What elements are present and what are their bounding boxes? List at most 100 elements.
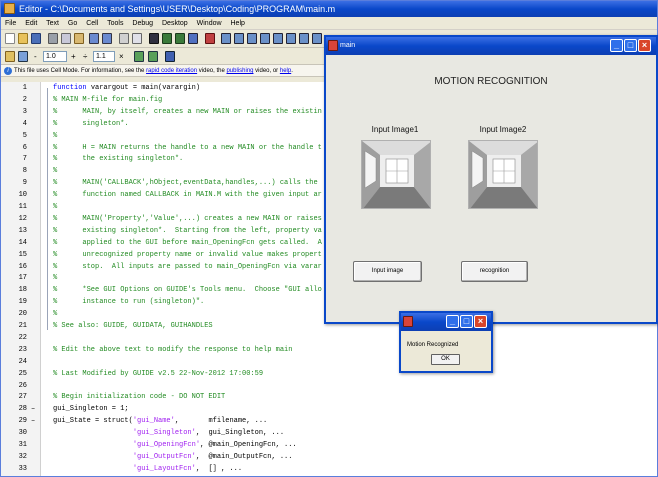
help-link[interactable]: help xyxy=(280,68,291,74)
set-breakpoint-icon[interactable] xyxy=(205,33,215,44)
step-icon[interactable] xyxy=(234,33,244,44)
save-icon[interactable] xyxy=(31,33,41,44)
message-box-window: _ □ × Motion Recognized OK xyxy=(399,311,493,373)
line-number: 29 xyxy=(18,417,27,426)
step-out-icon[interactable] xyxy=(260,33,270,44)
code-token: % Last Modified by GUIDE v2.5 22-Nov-201… xyxy=(53,369,264,378)
function-icon[interactable] xyxy=(188,33,198,44)
step-in-icon[interactable] xyxy=(247,33,257,44)
publishing-link[interactable]: publishing xyxy=(226,68,253,74)
input-image-button[interactable]: Input image xyxy=(353,261,422,282)
msgbox-titlebar[interactable]: _ □ × xyxy=(401,313,491,331)
code-token: % xyxy=(53,310,58,319)
open-folder-icon[interactable] xyxy=(18,33,28,44)
code-token: 'gui_OpeningFcn' xyxy=(132,441,201,449)
code-token: % MAIN('CALLBACK',hObject,eventData,hand… xyxy=(53,179,318,188)
ok-button[interactable]: OK xyxy=(431,354,460,365)
line-number: 7 xyxy=(22,155,27,164)
copy-icon[interactable] xyxy=(61,33,71,44)
undo-icon[interactable] xyxy=(89,33,99,44)
line-number: 31 xyxy=(18,441,27,449)
cell-minus[interactable]: - xyxy=(34,51,37,62)
gui-titlebar[interactable]: main _ □ × xyxy=(326,37,656,55)
cell-value2-field[interactable]: 1.1 xyxy=(93,51,115,62)
new-file-icon[interactable] xyxy=(5,33,15,44)
menu-help[interactable]: Help xyxy=(231,20,245,27)
stack-icon[interactable] xyxy=(299,33,309,44)
close-icon[interactable]: × xyxy=(638,39,651,52)
line-number: 12 xyxy=(18,214,27,223)
cell-value1-field[interactable]: 1.0 xyxy=(43,51,67,62)
maximize-icon[interactable]: □ xyxy=(624,39,637,52)
menu-tools[interactable]: Tools xyxy=(107,20,123,27)
dropdown-icon[interactable] xyxy=(132,33,142,44)
menu-cell[interactable]: Cell xyxy=(86,20,98,27)
fold-line-comment xyxy=(47,100,48,330)
code-token: , mfilename, ... xyxy=(174,417,268,426)
code-line: % the existing singleton*. xyxy=(53,154,183,166)
cell-percent2-icon[interactable] xyxy=(148,51,158,62)
code-line: % xyxy=(53,273,57,285)
code-line: gui_Singleton = 1; xyxy=(53,404,129,416)
code-token: % existing singleton*. Starting from the… xyxy=(53,226,322,235)
cell-divide[interactable]: ÷ xyxy=(83,51,87,62)
recognition-button[interactable]: recognition xyxy=(461,261,528,282)
forward-arrow-icon[interactable] xyxy=(175,33,185,44)
clear-breakpoints-icon[interactable] xyxy=(221,33,231,44)
cell-plus[interactable]: + xyxy=(71,51,76,62)
eval-cell-icon[interactable] xyxy=(18,51,28,62)
msgbox-maximize-icon[interactable]: □ xyxy=(460,315,473,328)
code-line: % MAIN('Property','Value',...) creates a… xyxy=(53,214,322,226)
exit-debug-icon[interactable] xyxy=(286,33,296,44)
back-arrow-icon[interactable] xyxy=(162,33,172,44)
code-token: % Begin initialization code - DO NOT EDI… xyxy=(53,393,226,402)
cell-mode-icon[interactable] xyxy=(5,51,15,62)
gui-heading: MOTION RECOGNITION xyxy=(434,76,548,87)
breakpoint-marker[interactable]: – xyxy=(31,416,35,428)
line-number: 4 xyxy=(22,119,27,128)
cell-times[interactable]: × xyxy=(119,51,124,62)
msgbox-minimize-icon[interactable]: _ xyxy=(446,315,459,328)
line-number: 22 xyxy=(18,333,27,342)
code-line: function varargout = main(varargin) xyxy=(53,83,200,95)
breakpoint-marker[interactable]: – xyxy=(31,404,35,416)
continue-icon[interactable] xyxy=(273,33,283,44)
menu-debug[interactable]: Debug xyxy=(132,20,153,27)
code-line: 'gui_Singleton', gui_Singleton, ... xyxy=(53,428,284,440)
code-token: gui_Singleton = 1; xyxy=(53,405,129,414)
editor-menubar: File Edit Text Go Cell Tools Debug Deskt… xyxy=(1,17,657,30)
menu-file[interactable]: File xyxy=(5,20,16,27)
menu-go[interactable]: Go xyxy=(68,20,77,27)
minimize-icon[interactable]: _ xyxy=(610,39,623,52)
gui-figure-window: main _ □ × MOTION RECOGNITION Input Imag… xyxy=(324,35,658,324)
paste-icon[interactable] xyxy=(74,33,84,44)
msgbox-close-icon[interactable]: × xyxy=(474,315,487,328)
debug-extra-icon[interactable] xyxy=(312,33,322,44)
cell-percent-icon[interactable] xyxy=(134,51,144,62)
cell-insert-icon[interactable] xyxy=(165,51,175,62)
code-token: % singleton*. xyxy=(53,119,129,128)
menu-desktop[interactable]: Desktop xyxy=(162,20,188,27)
line-number: 5 xyxy=(22,131,27,140)
code-token: , gui_Singleton, ... xyxy=(195,429,285,438)
print-icon[interactable] xyxy=(119,33,129,44)
code-line: % instance to run (singleton)". xyxy=(53,297,204,309)
line-number: 14 xyxy=(18,238,27,247)
redo-icon[interactable] xyxy=(102,33,112,44)
code-line: % Edit the above text to modify the resp… xyxy=(53,345,292,357)
input-image1-label: Input Image1 xyxy=(371,125,419,134)
rapid-code-iteration-link[interactable]: rapid code iteration xyxy=(146,68,197,74)
menu-window[interactable]: Window xyxy=(197,20,222,27)
line-number: 15 xyxy=(18,250,27,259)
menu-text[interactable]: Text xyxy=(46,20,59,27)
cut-icon[interactable] xyxy=(48,33,58,44)
line-number: 24 xyxy=(18,357,27,366)
line-number: 21 xyxy=(18,322,27,330)
menu-edit[interactable]: Edit xyxy=(25,20,37,27)
editor-titlebar[interactable]: Editor - C:\Documents and Settings\USER\… xyxy=(1,1,657,17)
code-token: % applied to the GUI before main_Opening… xyxy=(53,238,322,247)
find-binoculars-icon[interactable] xyxy=(149,33,159,44)
code-line: 'gui_OpeningFcn', @main_OpeningFcn, ... xyxy=(53,440,297,452)
code-line: % Begin initialization code - DO NOT EDI… xyxy=(53,392,225,404)
